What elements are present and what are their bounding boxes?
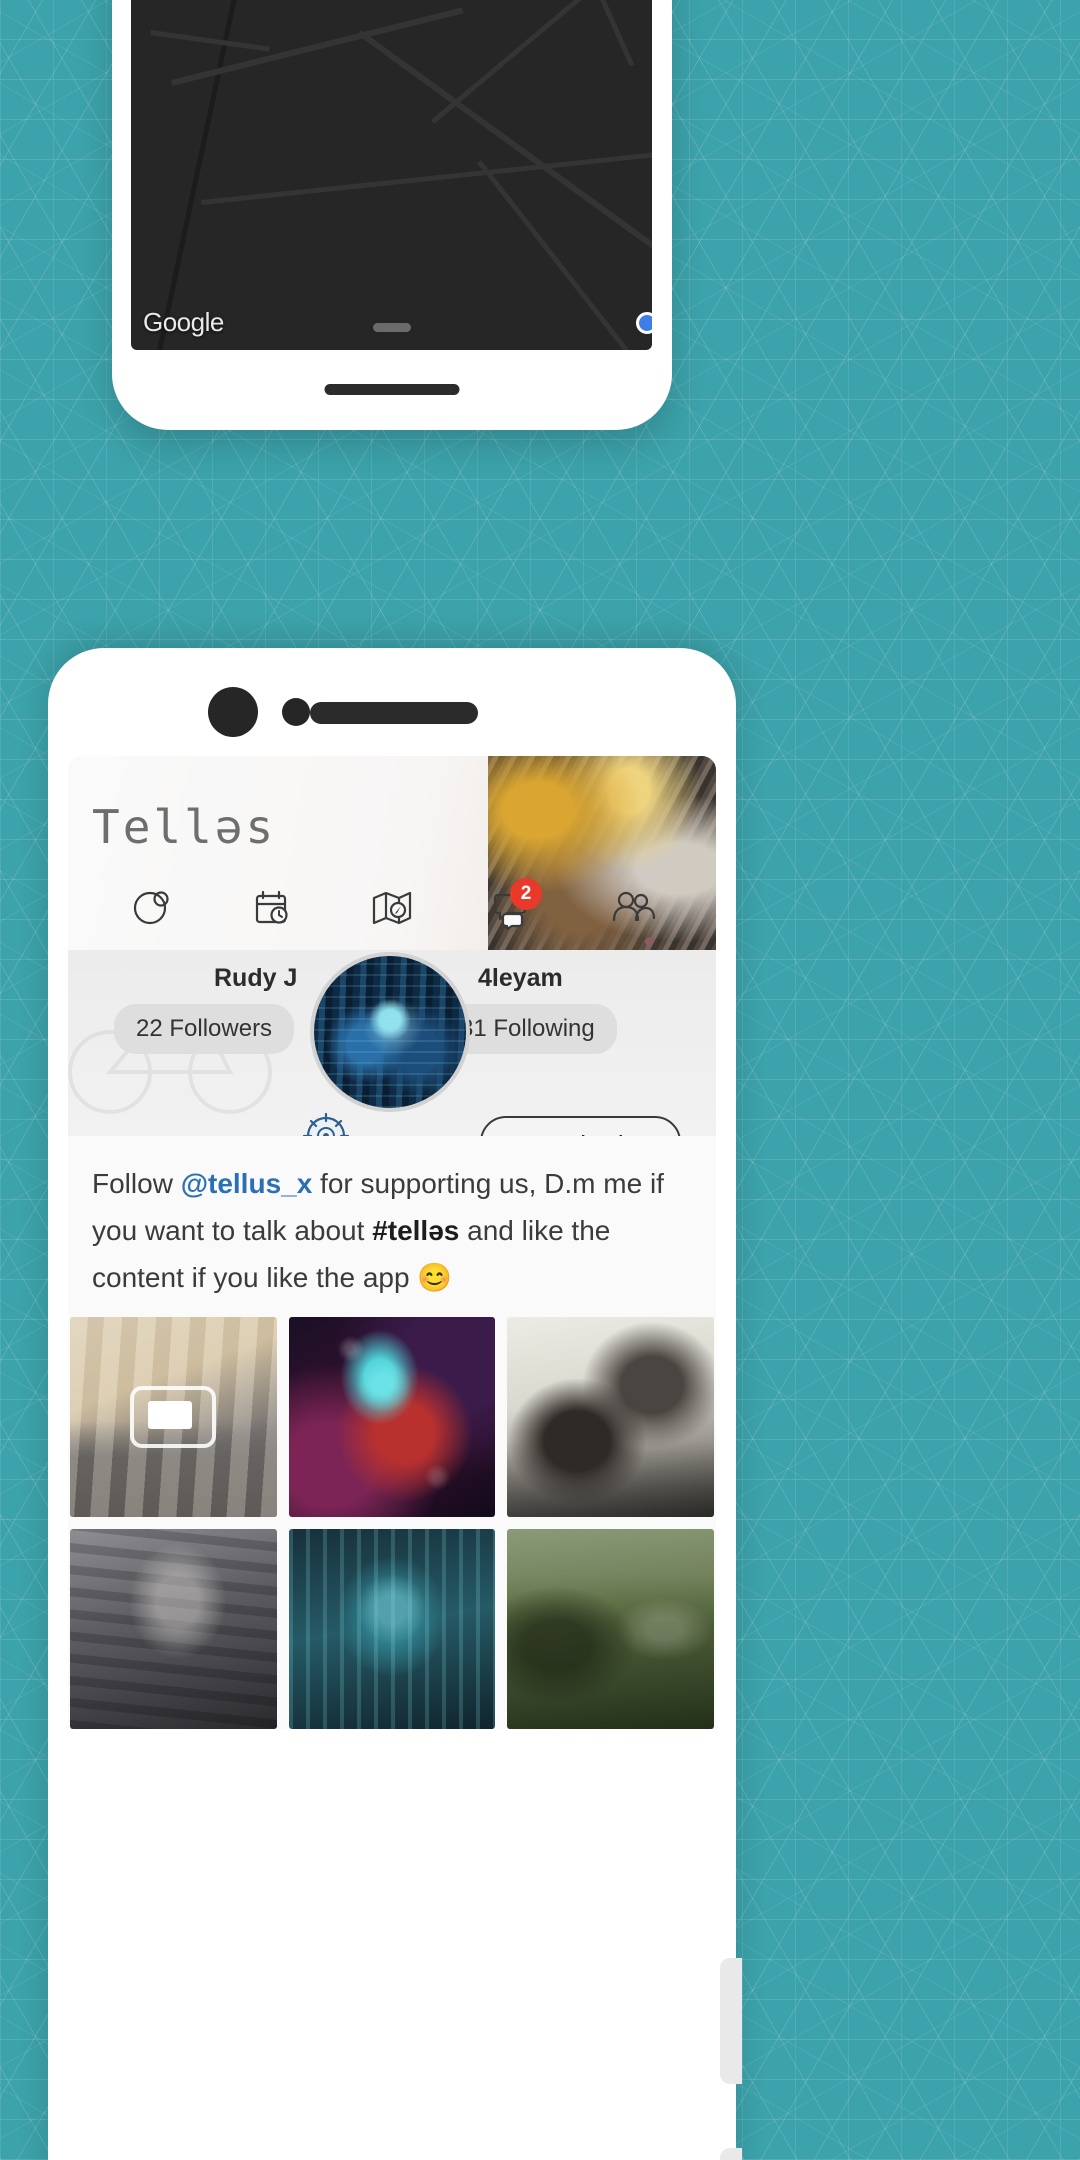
photo-overlay bbox=[288, 1529, 496, 1729]
profile-name-left: Rudy J bbox=[214, 964, 298, 992]
profile-summary-strip: Rudy J 4leyam 22 Followers 31 Following … bbox=[68, 950, 716, 1136]
photo-overlay bbox=[70, 1529, 277, 1729]
photo-overlay bbox=[288, 1317, 496, 1517]
app-viewport: Telləs 2 Rudy J 4leyam 22 Followers 31 F… bbox=[68, 756, 716, 2160]
side-peek-card[interactable] bbox=[720, 1958, 742, 2084]
map-icon bbox=[372, 891, 412, 925]
user-avatar[interactable] bbox=[310, 952, 470, 1112]
current-location-dot[interactable] bbox=[636, 312, 652, 334]
photo-two-people-bw[interactable] bbox=[507, 1317, 714, 1517]
unread-badge: 2 bbox=[510, 878, 542, 910]
nav-item-discover[interactable] bbox=[120, 880, 184, 936]
profile-name-right: 4leyam bbox=[478, 964, 563, 992]
photo-overlay bbox=[507, 1317, 714, 1517]
caption-part-plain: Follow bbox=[92, 1168, 181, 1199]
map-road bbox=[477, 160, 629, 350]
sensor-icon bbox=[282, 698, 310, 726]
radar-icon[interactable] bbox=[300, 1110, 352, 1136]
calendar-icon bbox=[255, 890, 288, 924]
map-road bbox=[145, 0, 296, 350]
photo-mirror-selfie[interactable] bbox=[70, 1529, 277, 1729]
photo-overlay bbox=[507, 1529, 714, 1729]
map-phone-device: BLOCK C C B Sector 137 Road Supe Kuleshr… bbox=[112, 0, 672, 430]
nav-item-map[interactable] bbox=[360, 880, 424, 936]
map-road bbox=[150, 30, 270, 52]
nav-item-schedule[interactable] bbox=[240, 880, 304, 936]
feed-section: Follow @tellus_x for supporting us, D.m … bbox=[68, 1136, 716, 1729]
post-caption: Follow @tellus_x for supporting us, D.m … bbox=[68, 1136, 716, 1317]
people-icon bbox=[612, 891, 656, 922]
photo-grid bbox=[68, 1317, 716, 1729]
photo-cyber-interior[interactable] bbox=[288, 1529, 496, 1729]
map-screen[interactable]: BLOCK C C B Sector 137 Road Supe Kuleshr… bbox=[131, 0, 652, 350]
app-phone-device: Telləs 2 Rudy J 4leyam 22 Followers 31 F… bbox=[48, 648, 742, 2160]
caption-mention[interactable]: @tellus_x bbox=[181, 1168, 313, 1199]
side-peek-card[interactable] bbox=[720, 2148, 742, 2160]
photo-outdoor-group[interactable] bbox=[507, 1529, 714, 1729]
google-attribution: Google bbox=[143, 307, 224, 337]
earpiece-speaker bbox=[310, 702, 478, 724]
discover-icon bbox=[133, 891, 169, 925]
photo-cyber-portrait[interactable] bbox=[288, 1317, 496, 1517]
photo-sticky-notes-desk[interactable] bbox=[70, 1317, 277, 1517]
home-indicator-bar[interactable] bbox=[324, 384, 460, 395]
map-drag-handle[interactable] bbox=[372, 323, 411, 332]
carousel-page-dot[interactable] bbox=[645, 937, 654, 946]
nav-item-messages[interactable]: 2 bbox=[480, 878, 544, 936]
video-indicator-icon bbox=[130, 1386, 217, 1448]
app-header: Telləs 2 bbox=[68, 756, 716, 950]
followers-count[interactable]: 22 Followers bbox=[114, 1004, 295, 1054]
new-sharing-button[interactable]: New sharing bbox=[480, 1116, 681, 1136]
device-notch bbox=[48, 682, 736, 752]
nav-item-people[interactable] bbox=[600, 880, 664, 936]
front-camera-icon bbox=[208, 687, 258, 737]
page-title: Telləs bbox=[92, 800, 277, 854]
caption-hashtag[interactable]: #telləs bbox=[372, 1215, 459, 1246]
main-nav: 2 bbox=[68, 878, 716, 936]
